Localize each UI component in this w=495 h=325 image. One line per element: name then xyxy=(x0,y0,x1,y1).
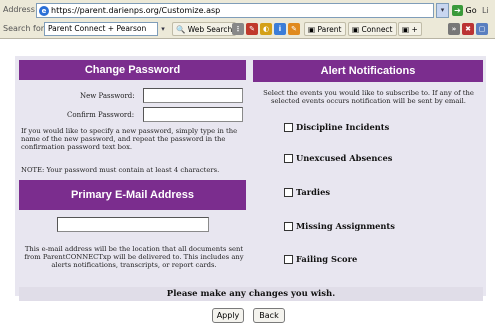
tardies-checkbox[interactable] xyxy=(284,188,293,197)
ie-page-icon: e xyxy=(39,6,49,16)
toolbar-options-icon[interactable]: ⋮ xyxy=(232,23,244,35)
alert-option-label: Failing Score xyxy=(296,254,358,264)
go-arrow-icon: ➔ xyxy=(452,5,463,16)
new-password-input[interactable] xyxy=(143,88,243,103)
search-combo-dropdown-icon[interactable]: ▾ xyxy=(158,22,168,36)
toolbar-connect-button[interactable]: ▣ Connect xyxy=(348,22,397,36)
apply-button[interactable]: Apply xyxy=(212,308,244,323)
bookmark-icon: ▣ xyxy=(402,25,410,34)
change-password-title: Change Password xyxy=(19,60,246,80)
toolbar-parent-button[interactable]: ▣ Parent xyxy=(304,22,346,36)
web-search-button[interactable]: 🔍 Web Search xyxy=(172,22,237,36)
email-input[interactable] xyxy=(57,217,209,232)
address-bar-row: Address e https://parent.darienps.org/Cu… xyxy=(0,2,495,19)
alert-intro: Select the events you would like to subs… xyxy=(263,89,474,106)
highlighter-icon[interactable]: ✎ xyxy=(246,23,258,35)
search-for-label: Search for xyxy=(3,24,45,33)
go-button[interactable]: ➔ Go xyxy=(452,3,478,18)
links-label[interactable]: Li xyxy=(482,6,489,15)
alert-option-label: Unexcused Absences xyxy=(296,153,393,163)
back-button[interactable]: Back xyxy=(253,308,285,323)
info-icon[interactable]: i xyxy=(274,23,286,35)
search-toolbar: Search for Parent Connect + Pearson ▾ 🔍 … xyxy=(0,20,495,38)
primary-email-title: Primary E-Mail Address xyxy=(19,180,246,210)
password-instructions: If you would like to specify a new passw… xyxy=(21,127,238,152)
toolbar-plus-label: + xyxy=(411,25,418,34)
toolbar-more-icon[interactable]: » xyxy=(448,23,460,35)
unexcused-checkbox[interactable] xyxy=(284,154,293,163)
failing-score-checkbox[interactable] xyxy=(284,255,293,264)
missing-assignments-checkbox[interactable] xyxy=(284,222,293,231)
go-label: Go xyxy=(465,6,477,15)
alert-option-label: Missing Assignments xyxy=(296,221,395,231)
bookmark-icon: ▣ xyxy=(352,25,360,34)
toolbar-plus-button[interactable]: ▣ + xyxy=(398,22,422,36)
alert-option-label: Discipline Incidents xyxy=(296,122,390,132)
new-password-label: New Password: xyxy=(80,92,135,100)
bookmark-icon: ▣ xyxy=(308,25,316,34)
address-label: Address xyxy=(3,5,35,14)
address-url: https://parent.darienps.org/Customize.as… xyxy=(51,6,221,15)
footer-message: Please make any changes you wish. xyxy=(19,287,483,301)
browser-toolbar: Address e https://parent.darienps.org/Cu… xyxy=(0,0,495,39)
toolbar-extra-icon[interactable]: ▢ xyxy=(476,23,488,35)
address-dropdown-icon[interactable]: ▾ xyxy=(436,3,449,18)
toolbar-tool-icon[interactable]: ✖ xyxy=(462,23,474,35)
password-note: NOTE: Your password must contain at leas… xyxy=(21,166,220,174)
popup-blocker-icon[interactable]: ◐ xyxy=(260,23,272,35)
web-search-label: Web Search xyxy=(187,25,233,34)
form-fill-icon[interactable]: ✎ xyxy=(288,23,300,35)
confirm-password-label: Confirm Password: xyxy=(67,111,135,119)
alert-notifications-title: Alert Notifications xyxy=(253,60,483,82)
address-input[interactable]: e https://parent.darienps.org/Customize.… xyxy=(36,3,434,18)
toolbar-connect-label: Connect xyxy=(361,25,393,34)
confirm-password-input[interactable] xyxy=(143,107,243,122)
magnifier-icon: 🔍 xyxy=(176,25,186,34)
email-description: This e-mail address will be the location… xyxy=(24,245,244,270)
search-combo-input[interactable]: Parent Connect + Pearson xyxy=(44,22,158,36)
discipline-checkbox[interactable] xyxy=(284,123,293,132)
alert-option-label: Tardies xyxy=(296,187,331,197)
toolbar-parent-label: Parent xyxy=(317,25,342,34)
